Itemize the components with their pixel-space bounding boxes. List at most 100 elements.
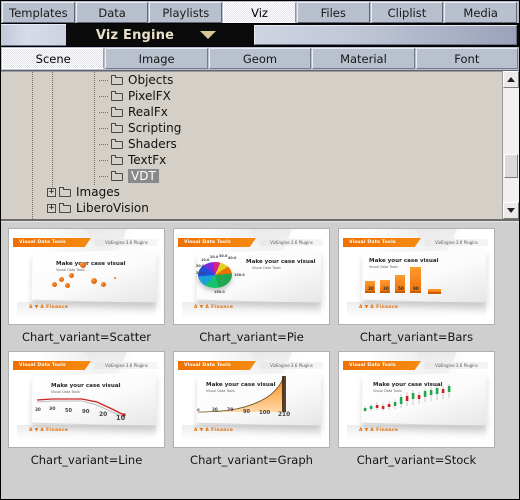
thumbnail-scatter[interactable]: Visual Data Tools VizEngine 3.6 Plugins …: [8, 228, 165, 325]
tree-item-label: RealFx: [128, 105, 168, 119]
tree-connector-icon: [99, 111, 109, 113]
pie-label: 20.0: [196, 264, 205, 268]
tree-item-textfx[interactable]: TextFx: [1, 152, 502, 168]
tree-item-vdt[interactable]: VDT: [1, 168, 502, 184]
thumbnail-graph[interactable]: Visual Data Tools VizEngine 3.6 Plugins …: [173, 351, 330, 448]
axis-label: 90: [82, 409, 90, 415]
scrollbar-track[interactable]: [503, 88, 519, 202]
chevron-down-icon[interactable]: [200, 31, 217, 39]
thumbnail-caption: Chart_variant=Scatter: [21, 330, 152, 344]
tree-item-label: Scripting: [128, 121, 182, 135]
thumbnail-cell-bars[interactable]: Visual Data Tools VizEngine 3.6 Plugins …: [338, 228, 495, 351]
expander-plus-icon[interactable]: +: [47, 187, 56, 197]
thumb-header-band: Visual Data Tools VizEngine 3.6 Plugins: [13, 238, 158, 247]
pie-label: 20.0: [210, 255, 219, 259]
tab-data[interactable]: Data: [75, 2, 149, 23]
tab-image-label: Image: [138, 51, 175, 66]
folder-icon: [59, 186, 72, 198]
pie-label: 20.0: [196, 271, 205, 275]
plugin-note-label: VizEngine 3.6 Plugins: [105, 240, 148, 245]
thumbnail-caption: Chart_variant=Graph: [190, 453, 313, 467]
folder-icon: [111, 154, 124, 166]
engine-bar-right-panel: [254, 25, 517, 45]
expander-plus-icon[interactable]: +: [47, 203, 56, 213]
folder-tree[interactable]: Objects PixelFX RealFx Scripting Shaders: [1, 71, 502, 219]
tab-material[interactable]: Material: [312, 48, 415, 69]
scatter-point: [65, 283, 70, 288]
tree-connector-icon: [99, 95, 109, 97]
scatter-point: [80, 262, 86, 268]
chart-subline: Visual Data Tools: [56, 268, 85, 272]
chart-headline: Make your case visual: [369, 258, 439, 264]
pie-label: 30.0: [219, 254, 228, 258]
thumbnail-pie[interactable]: Visual Data Tools VizEngine 3.6 Plugins …: [173, 228, 330, 325]
thumbnail-caption: Chart_variant=Line: [30, 453, 143, 467]
tree-connector-icon: [99, 127, 109, 129]
tree-connector-icon: [99, 175, 109, 177]
thumbnail-row: Visual Data Tools VizEngine 3.6 Plugins …: [8, 228, 511, 351]
tab-templates[interactable]: Templates: [2, 2, 75, 23]
tab-media[interactable]: Media: [444, 2, 518, 23]
tree-item-liberovision[interactable]: + LiberoVision: [1, 200, 502, 216]
tree-item-scripting[interactable]: Scripting: [1, 120, 502, 136]
brand-label: Visual Data Tools: [19, 240, 66, 245]
tab-font[interactable]: Font: [415, 48, 519, 69]
scroll-down-button[interactable]: [503, 202, 519, 219]
axis-label: 0: [197, 407, 200, 412]
thumbnail-caption: Chart_variant=Stock: [356, 453, 477, 467]
axis-label: 100: [259, 410, 271, 416]
thumbnail-caption: Chart_variant=Pie: [199, 330, 304, 344]
tree-item-objects[interactable]: Objects: [1, 72, 502, 88]
folder-icon: [111, 170, 124, 182]
tab-files[interactable]: Files: [296, 2, 370, 23]
tree-item-realfx[interactable]: RealFx: [1, 104, 502, 120]
engine-bar-gap: [246, 24, 254, 46]
scroll-down-arrow-icon: [507, 208, 515, 213]
tree-item-shaders[interactable]: Shaders: [1, 136, 502, 152]
tab-image[interactable]: Image: [105, 48, 208, 69]
tab-scene[interactable]: Scene: [2, 48, 105, 69]
tab-data-label: Data: [98, 5, 126, 20]
bar-label: 30: [368, 286, 374, 291]
scroll-up-button[interactable]: [503, 71, 519, 88]
thumbnail-cell-pie[interactable]: Visual Data Tools VizEngine 3.6 Plugins …: [173, 228, 330, 351]
pie-label: 150.0: [214, 290, 225, 294]
tab-geom-label: Geom: [242, 51, 278, 66]
tab-viz-label: Viz: [251, 5, 268, 20]
chart-subline: Visual Data Tools: [369, 265, 398, 269]
scrollbar-thumb[interactable]: [504, 154, 518, 179]
brand-badge: Visual Data Tools: [178, 238, 256, 247]
tab-templates-label: Templates: [9, 5, 68, 20]
folder-icon: [111, 74, 124, 86]
thumbnail-cell-stock[interactable]: Visual Data Tools VizEngine 3.6 Plugins …: [338, 351, 495, 474]
folder-icon: [111, 106, 124, 118]
pie-label: 10.0: [201, 258, 210, 262]
thumbnail-line[interactable]: Visual Data Tools VizEngine 3.6 Plugins …: [8, 351, 165, 448]
folder-icon: [59, 202, 72, 214]
tab-viz[interactable]: Viz: [223, 2, 296, 23]
thumbnail-cell-line[interactable]: Visual Data Tools VizEngine 3.6 Plugins …: [8, 351, 165, 474]
tree-item-label: TextFx: [128, 153, 167, 167]
thumbnail-cell-graph[interactable]: Visual Data Tools VizEngine 3.6 Plugins …: [173, 351, 330, 474]
tree-item-label: PixelFX: [128, 89, 171, 103]
engine-selector[interactable]: Viz Engine: [66, 24, 246, 46]
tree-item-images[interactable]: + Images: [1, 184, 502, 200]
folder-icon: [111, 138, 124, 150]
thumbnail-cell-scatter[interactable]: Visual Data Tools VizEngine 3.6 Plugins …: [8, 228, 165, 351]
axis-label: 30: [49, 407, 56, 412]
thumbnail-bars[interactable]: Visual Data Tools VizEngine 3.6 Plugins …: [338, 228, 495, 325]
tab-cliplist-label: Cliplist: [387, 5, 427, 20]
tree-item-pixelfx[interactable]: PixelFX: [1, 88, 502, 104]
scroll-up-arrow-icon: [507, 77, 515, 82]
tab-playlists[interactable]: Playlists: [149, 2, 223, 23]
tree-vertical-scrollbar[interactable]: [502, 71, 519, 219]
pie-label: 40.0: [228, 256, 237, 260]
stage-floor: [182, 302, 321, 318]
tab-geom[interactable]: Geom: [208, 48, 312, 69]
tree-connector-icon: [99, 159, 109, 161]
thumbnail-stock[interactable]: Visual Data Tools VizEngine 3.6 Plugins …: [338, 351, 495, 448]
tab-cliplist[interactable]: Cliplist: [370, 2, 444, 23]
tree-item-label: LiberoVision: [76, 201, 149, 215]
tree-item-label: VDT: [128, 169, 159, 183]
axis-label: 30: [212, 407, 218, 412]
